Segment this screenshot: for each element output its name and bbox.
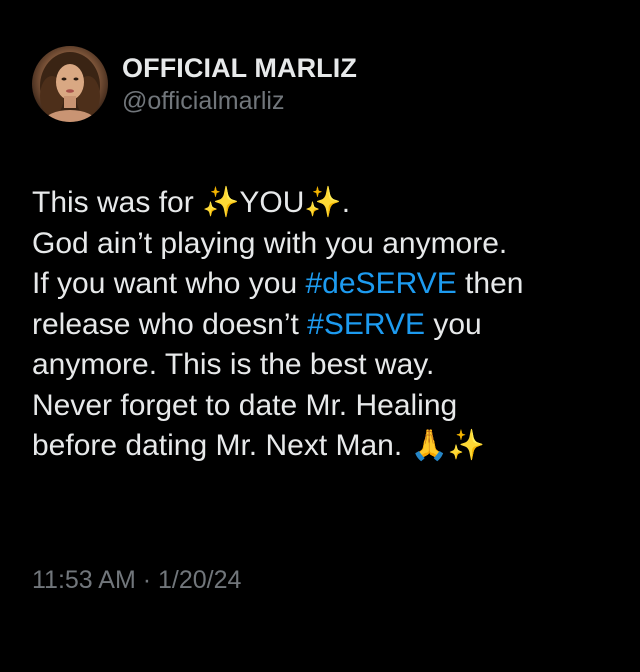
tweet-timestamp[interactable]: 11:53 AM · 1/20/24 [32, 563, 241, 597]
tweet-text-segment: then [456, 267, 524, 300]
tweet-text-segment: before dating Mr. Next Man. [32, 429, 411, 462]
author-names: OFFICIAL MARLIZ @officialmarliz [122, 51, 357, 117]
tweet-text-segment: YOU [239, 186, 305, 219]
tweet-line: anymore. This is the best way. [32, 348, 435, 381]
tweet-line: God ain’t playing with you anymore. [32, 226, 508, 260]
hashtag-link-serve[interactable]: #SERVE [307, 308, 425, 341]
sparkles-emoji-icon: ✨ [202, 185, 240, 220]
tweet-text-segment: If you want who you [32, 267, 306, 300]
profile-photo-icon [40, 52, 100, 122]
tweet-text: This was for ✨YOU✨. God ain’t playing wi… [32, 183, 622, 467]
display-name[interactable]: OFFICIAL MARLIZ [122, 51, 357, 85]
tweet-text-segment: . [341, 186, 351, 219]
tweet-text-segment: release who doesn’t [32, 307, 308, 341]
tweet-text-segment: you [425, 307, 482, 341]
folded-hands-emoji-icon: 🙏 [410, 428, 448, 463]
tweet-text-segment: This was for [32, 186, 203, 219]
sparkles-emoji-icon: ✨ [447, 428, 486, 463]
hashtag-link-deserve[interactable]: #deSERVE [306, 267, 457, 300]
tweet-line: before dating Mr. Next Man. 🙏✨ [32, 426, 622, 467]
tweet-line: This was for ✨YOU✨. [32, 183, 622, 224]
tweet-line: release who doesn’t #SERVE you [32, 305, 622, 346]
tweet-line: If you want who you #deSERVE then [32, 264, 622, 305]
avatar[interactable] [32, 46, 108, 122]
sparkles-emoji-icon: ✨ [304, 185, 342, 220]
tweet-header: OFFICIAL MARLIZ @officialmarliz [32, 46, 357, 122]
tweet-line: Never forget to date Mr. Healing [32, 388, 458, 422]
user-handle[interactable]: @officialmarliz [122, 85, 357, 117]
